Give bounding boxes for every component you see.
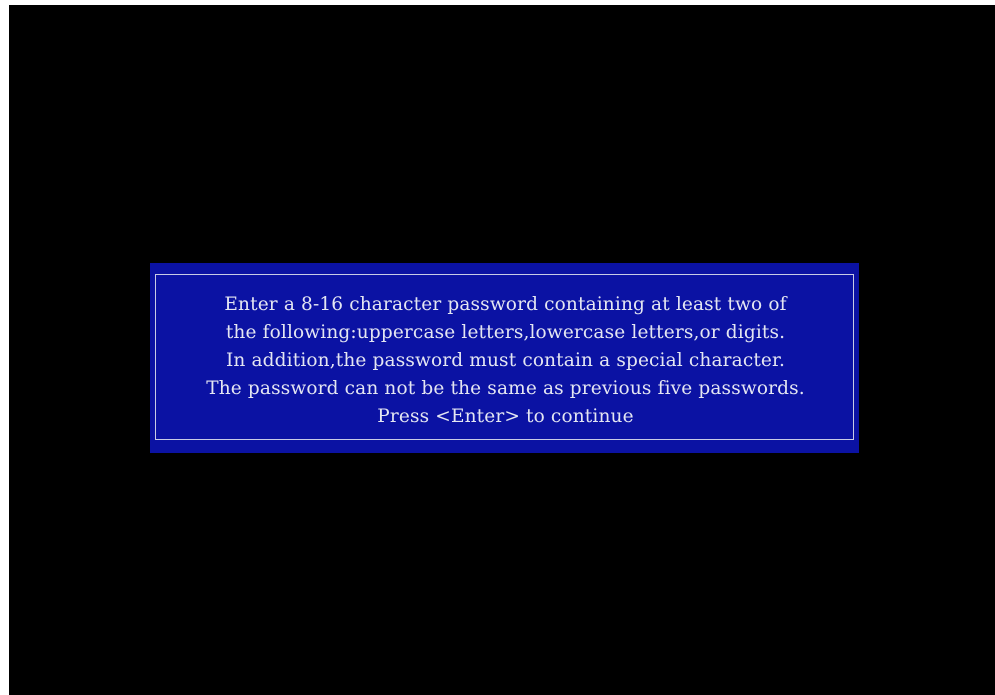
message-line-4: The password can not be the same as prev… <box>206 378 805 399</box>
password-requirements-dialog: Enter a 8-16 character password containi… <box>150 263 859 453</box>
dialog-frame: Enter a 8-16 character password containi… <box>155 274 854 440</box>
dialog-message: Enter a 8-16 character password containi… <box>156 291 855 431</box>
message-line-1: Enter a 8-16 character password containi… <box>224 294 787 315</box>
continue-prompt[interactable]: Press <Enter> to continue <box>156 403 855 431</box>
message-line-2: the following:uppercase letters,lowercas… <box>225 322 786 343</box>
message-line-3: In addition,the password must contain a … <box>225 350 786 371</box>
bios-screen: Enter a 8-16 character password containi… <box>9 5 995 695</box>
